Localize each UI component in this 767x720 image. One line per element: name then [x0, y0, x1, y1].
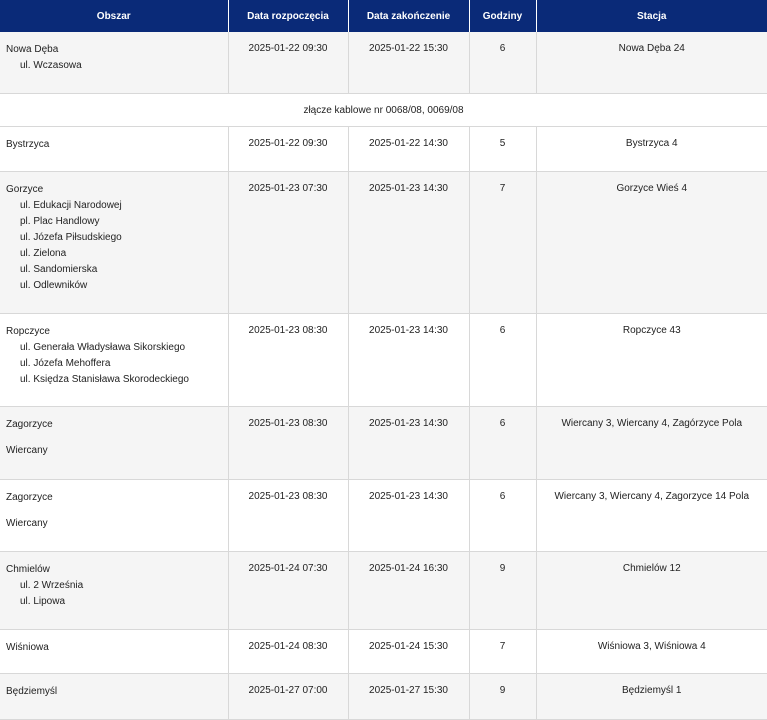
station-cell: Bystrzyca 4	[536, 126, 767, 172]
hours-cell: 7	[469, 629, 537, 674]
hours-cell: 6	[469, 313, 537, 407]
street-name: pl. Plac Handlowy	[20, 216, 100, 227]
header-hours[interactable]: Godziny	[469, 0, 537, 32]
street-name: ul. 2 Września	[20, 580, 84, 591]
street-name: ul. Józefa Piłsudskiego	[20, 232, 122, 243]
area-cell: Będziemyśl	[0, 673, 229, 720]
street-name: ul. Józefa Mehoffera	[20, 358, 111, 369]
area-name: Zagorzyce	[6, 492, 53, 503]
hours-cell: 9	[469, 551, 537, 630]
table-row-note: złącze kablowe nr 0068/08, 0069/08	[0, 93, 767, 127]
end-date-cell: 2025-01-22 15:30	[348, 32, 470, 94]
street-name: ul. Lipowa	[20, 596, 66, 607]
area-name: Nowa Dęba	[6, 44, 59, 55]
station-cell: Wiercany 3, Wiercany 4, Zagorzyce 14 Pol…	[536, 479, 767, 552]
area-name: Chmielów	[6, 564, 50, 575]
note-cell: złącze kablowe nr 0068/08, 0069/08	[0, 93, 767, 127]
station-cell: Ropczyce 43	[536, 313, 767, 407]
start-date-cell: 2025-01-24 07:30	[228, 551, 349, 630]
area-cell: Zagorzyce Wiercany	[0, 479, 229, 552]
hours-cell: 5	[469, 126, 537, 172]
end-date-cell: 2025-01-23 14:30	[348, 406, 470, 480]
end-date-cell: 2025-01-23 14:30	[348, 171, 470, 314]
station-cell: Chmielów 12	[536, 551, 767, 630]
end-date-cell: 2025-01-24 15:30	[348, 629, 470, 674]
hours-cell: 7	[469, 171, 537, 314]
area-gap	[6, 507, 222, 517]
table-row: Zagorzyce Wiercany 2025-01-23 08:30 2025-01…	[0, 406, 767, 480]
start-date-cell: 2025-01-27 07:00	[228, 673, 349, 720]
area-name: Wiercany	[6, 445, 48, 456]
end-date-cell: 2025-01-27 15:30	[348, 673, 470, 720]
area-cell: Bystrzyca	[0, 126, 229, 172]
hours-cell: 6	[469, 406, 537, 480]
header-start-date[interactable]: Data rozpoczęcia	[228, 0, 349, 32]
table-row: Wiśniowa 2025-01-24 08:30 2025-01-24 15:30…	[0, 629, 767, 674]
station-cell: Gorzyce Wieś 4	[536, 171, 767, 314]
street-name: ul. Księdza Stanisława Skorodeckiego	[20, 374, 189, 385]
table-row: Zagorzyce Wiercany 2025-01-23 08:30 2025-01…	[0, 479, 767, 552]
area-gap	[6, 434, 222, 444]
end-date-cell: 2025-01-24 16:30	[348, 551, 470, 630]
area-name: Będziemyśl	[6, 686, 58, 697]
start-date-cell: 2025-01-24 08:30	[228, 629, 349, 674]
start-date-cell: 2025-01-23 07:30	[228, 171, 349, 314]
table-row: Bystrzyca 2025-01-22 09:30 2025-01-22 14:3…	[0, 126, 767, 172]
start-date-cell: 2025-01-22 09:30	[228, 32, 349, 94]
table-row: Gorzyce ul. Edukacji Narodowej pl. Plac Ha…	[0, 171, 767, 314]
hours-cell: 6	[469, 32, 537, 94]
header-end-date[interactable]: Data zakończenie	[348, 0, 470, 32]
station-cell: Będziemyśl 1	[536, 673, 767, 720]
station-cell: Wiercany 3, Wiercany 4, Zagórzyce Pola	[536, 406, 767, 480]
start-date-cell: 2025-01-23 08:30	[228, 479, 349, 552]
street-name: ul. Sandomierska	[20, 264, 98, 275]
end-date-cell: 2025-01-23 14:30	[348, 479, 470, 552]
outage-table: Obszar Data rozpoczęcia Data zakończenie…	[0, 0, 767, 720]
street-name: ul. Generała Władysława Sikorskiego	[20, 342, 186, 353]
area-cell: Wiśniowa	[0, 629, 229, 674]
hours-cell: 9	[469, 673, 537, 720]
header-area[interactable]: Obszar	[0, 0, 229, 32]
area-name: Zagorzyce	[6, 419, 53, 430]
header-station[interactable]: Stacja	[536, 0, 767, 32]
area-cell: Nowa Dęba ul. Wczasowa	[0, 32, 229, 94]
area-name: Ropczyce	[6, 326, 50, 337]
station-cell: Nowa Dęba 24	[536, 32, 767, 94]
table-row: Będziemyśl 2025-01-27 07:00 2025-01-27 15:…	[0, 673, 767, 720]
street-name: ul. Zielona	[20, 248, 67, 259]
area-name: Wiśniowa	[6, 642, 49, 653]
start-date-cell: 2025-01-23 08:30	[228, 406, 349, 480]
end-date-cell: 2025-01-23 14:30	[348, 313, 470, 407]
start-date-cell: 2025-01-23 08:30	[228, 313, 349, 407]
street-name: ul. Odlewników	[20, 280, 88, 291]
area-cell: Chmielów ul. 2 Września ul. Lipowa	[0, 551, 229, 630]
table-row: Ropczyce ul. Generała Władysława Sikorski…	[0, 313, 767, 407]
street-name: ul. Edukacji Narodowej	[20, 200, 122, 211]
table-header-row: Obszar Data rozpoczęcia Data zakończenie…	[0, 0, 767, 32]
area-cell: Gorzyce ul. Edukacji Narodowej pl. Plac Ha…	[0, 171, 229, 314]
area-name: Bystrzyca	[6, 139, 50, 150]
hours-cell: 6	[469, 479, 537, 552]
area-name: Wiercany	[6, 518, 48, 529]
area-name: Gorzyce	[6, 184, 44, 195]
area-cell: Ropczyce ul. Generała Władysława Sikorski…	[0, 313, 229, 407]
area-cell: Zagorzyce Wiercany	[0, 406, 229, 480]
table-row: Chmielów ul. 2 Września ul. Lipowa 2025-01-…	[0, 551, 767, 630]
table-row: Nowa Dęba ul. Wczasowa 2025-01-22 09:30 202…	[0, 32, 767, 94]
start-date-cell: 2025-01-22 09:30	[228, 126, 349, 172]
table-body: Nowa Dęba ul. Wczasowa 2025-01-22 09:30 202…	[0, 32, 767, 720]
street-name: ul. Wczasowa	[20, 60, 82, 71]
station-cell: Wiśniowa 3, Wiśniowa 4	[536, 629, 767, 674]
end-date-cell: 2025-01-22 14:30	[348, 126, 470, 172]
